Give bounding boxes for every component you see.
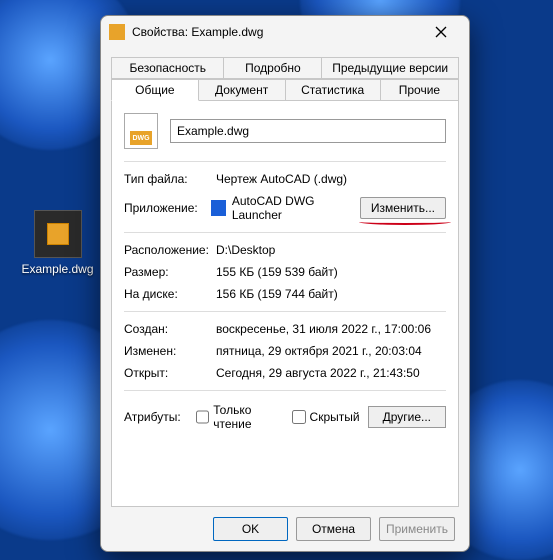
tab-details[interactable]: Подробно xyxy=(224,57,322,79)
close-icon xyxy=(435,26,447,38)
label-filetype: Тип файла: xyxy=(124,172,216,186)
label-accessed: Открыт: xyxy=(124,366,216,380)
separator xyxy=(124,390,446,391)
advanced-attributes-button[interactable]: Другие... xyxy=(368,406,446,428)
tab-security[interactable]: Безопасность xyxy=(111,57,224,79)
app-icon xyxy=(211,200,226,216)
label-ondisk: На диске: xyxy=(124,287,216,301)
value-size: 155 КБ (159 539 байт) xyxy=(216,265,338,279)
checkbox-readonly-input[interactable] xyxy=(196,410,209,424)
value-modified: пятница, 29 октября 2021 г., 20:03:04 xyxy=(216,344,422,358)
ok-button[interactable]: OK xyxy=(213,517,288,541)
desktop-file-icon[interactable]: Example.dwg xyxy=(20,210,95,276)
separator xyxy=(124,232,446,233)
label-size: Размер: xyxy=(124,265,216,279)
desktop-file-label: Example.dwg xyxy=(20,262,95,276)
checkbox-readonly-label: Только чтение xyxy=(213,403,283,431)
separator xyxy=(124,311,446,312)
file-type-icon: DWG xyxy=(124,113,158,149)
label-app: Приложение: xyxy=(124,201,211,215)
label-modified: Изменен: xyxy=(124,344,216,358)
titlebar-app-icon xyxy=(109,24,125,40)
filename-input[interactable] xyxy=(170,119,446,143)
annotation-underline xyxy=(359,219,451,225)
tab-stats[interactable]: Статистика xyxy=(286,79,381,101)
dwg-badge: DWG xyxy=(130,131,152,145)
value-accessed: Сегодня, 29 августа 2022 г., 21:43:50 xyxy=(216,366,420,380)
checkbox-hidden[interactable]: Скрытый xyxy=(292,410,360,424)
checkbox-readonly[interactable]: Только чтение xyxy=(196,403,283,431)
separator xyxy=(124,161,446,162)
value-app: AutoCAD DWG Launcher xyxy=(232,194,360,222)
apply-button[interactable]: Применить xyxy=(379,517,455,541)
close-button[interactable] xyxy=(421,18,461,46)
value-ondisk: 156 КБ (159 744 байт) xyxy=(216,287,338,301)
change-app-button[interactable]: Изменить... xyxy=(360,197,446,219)
label-created: Создан: xyxy=(124,322,216,336)
checkbox-hidden-label: Скрытый xyxy=(310,410,360,424)
tab-versions[interactable]: Предыдущие версии xyxy=(322,57,459,79)
dialog-button-row: OK Отмена Применить xyxy=(101,507,469,551)
cancel-button[interactable]: Отмена xyxy=(296,517,371,541)
properties-dialog: Свойства: Example.dwg Безопасность Подро… xyxy=(100,15,470,552)
tabs: Безопасность Подробно Предыдущие версии … xyxy=(101,48,469,100)
value-filetype: Чертеж AutoCAD (.dwg) xyxy=(216,172,347,186)
label-attributes: Атрибуты: xyxy=(124,410,188,424)
window-title: Свойства: Example.dwg xyxy=(132,25,414,39)
checkbox-hidden-input[interactable] xyxy=(292,410,306,424)
titlebar[interactable]: Свойства: Example.dwg xyxy=(101,16,469,48)
tab-other[interactable]: Прочие xyxy=(381,79,459,101)
value-location: D:\Desktop xyxy=(216,243,275,257)
label-location: Расположение: xyxy=(124,243,216,257)
value-created: воскресенье, 31 июля 2022 г., 17:00:06 xyxy=(216,322,431,336)
tab-document[interactable]: Документ xyxy=(199,79,286,101)
tab-general[interactable]: Общие xyxy=(111,79,199,101)
change-app-label: Изменить... xyxy=(371,201,435,215)
tab-panel-general: DWG Тип файла: Чертеж AutoCAD (.dwg) При… xyxy=(111,100,459,507)
dwg-file-icon xyxy=(34,210,82,258)
